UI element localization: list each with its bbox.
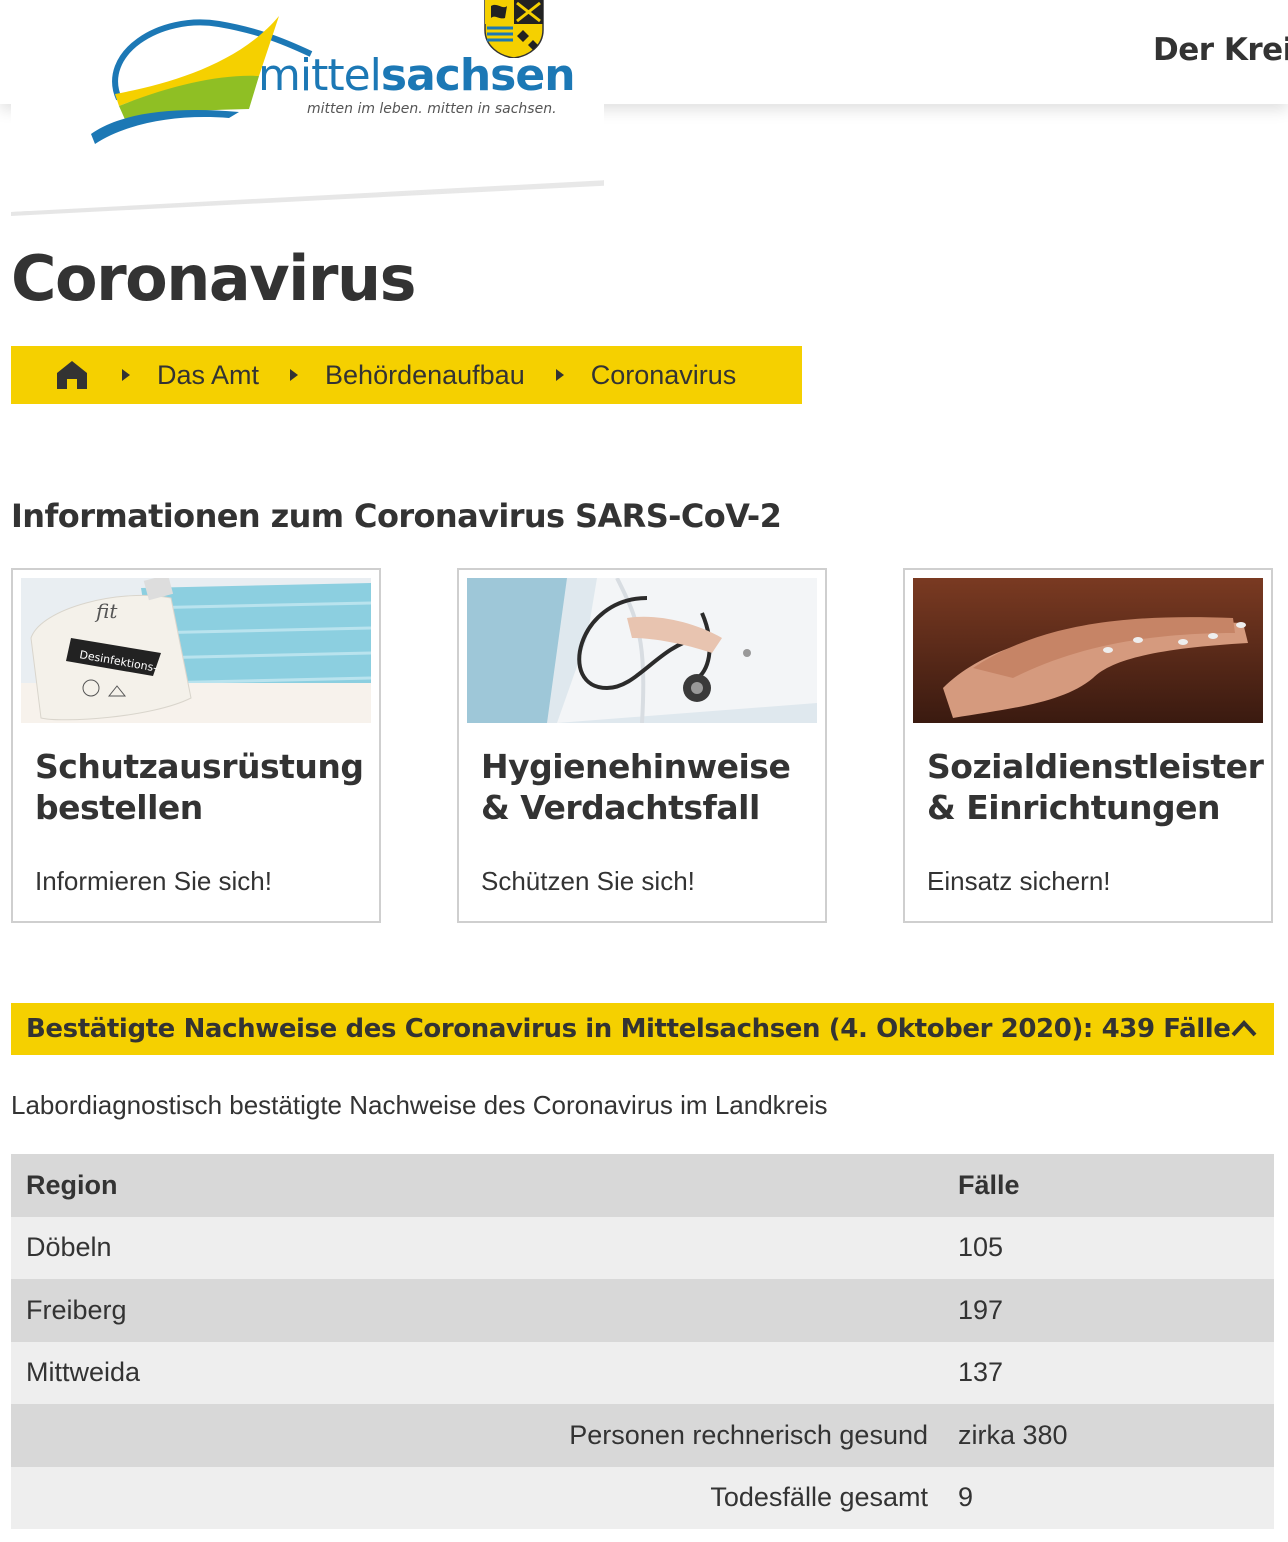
cell-region: Freiberg bbox=[26, 1294, 127, 1325]
cell-region: Mittweida bbox=[26, 1357, 141, 1388]
breadcrumb-item-das-amt[interactable]: Das Amt bbox=[157, 360, 259, 391]
page-title: Coronavirus bbox=[11, 242, 417, 315]
nav-link-der-kreis[interactable]: Der Kreis bbox=[1153, 32, 1288, 68]
summary-label: Personen rechnerisch gesund bbox=[569, 1419, 928, 1450]
column-header-faelle: Fälle bbox=[958, 1169, 1020, 1200]
card-image-hands bbox=[913, 578, 1263, 723]
logo-wordmark: mittelsachsen bbox=[258, 54, 576, 98]
summary-label: Todesfälle gesamt bbox=[710, 1482, 928, 1513]
intro-text: Labordiagnostisch bestätigte Nachweise d… bbox=[11, 1090, 828, 1120]
breadcrumb-item-coronavirus[interactable]: Coronavirus bbox=[591, 360, 737, 391]
cell-cases: 105 bbox=[958, 1232, 1004, 1263]
breadcrumb-separator-icon bbox=[555, 366, 565, 384]
summary-value: zirka 380 bbox=[958, 1419, 1068, 1450]
home-icon[interactable] bbox=[55, 358, 89, 392]
card-title: Hygienehinweise & Verdachtsfall bbox=[481, 747, 791, 827]
table-summary-row: Personen rechnerisch gesund zirka 380 bbox=[11, 1404, 1274, 1467]
coat-of-arms-icon bbox=[484, 0, 544, 58]
breadcrumb-separator-icon bbox=[121, 366, 131, 384]
card-image-stethoscope bbox=[467, 578, 817, 723]
card-sozialdienstleister[interactable]: Sozialdienstleister & Einrichtungen Eins… bbox=[903, 568, 1273, 923]
breadcrumb-item-behoerdenaufbau[interactable]: Behördenaufbau bbox=[325, 360, 525, 391]
svg-text:fit: fit bbox=[94, 599, 118, 623]
cell-cases: 197 bbox=[958, 1294, 1004, 1325]
table-summary-row: Todesfälle gesamt 9 bbox=[11, 1466, 1274, 1529]
card-subtitle: Schützen Sie sich! bbox=[481, 866, 695, 896]
logo-text-bold: sachsen bbox=[380, 50, 576, 101]
card-hygienehinweise[interactable]: Hygienehinweise & Verdachtsfall Schützen… bbox=[457, 568, 827, 923]
summary-value: 9 bbox=[958, 1482, 974, 1513]
card-title: Schutzausrüstung bestellen bbox=[35, 747, 364, 827]
section-title: Informationen zum Coronavirus SARS-CoV-2 bbox=[11, 497, 782, 535]
accordion-title: Bestätigte Nachweise des Coronavirus in … bbox=[26, 1014, 1231, 1044]
card-subtitle: Informieren Sie sich! bbox=[35, 866, 272, 896]
card-schutzausruestung[interactable]: Desinfektions- fit Schutzausrüstung best… bbox=[11, 568, 381, 923]
table-row: Mittweida 137 bbox=[11, 1341, 1274, 1404]
chevron-up-icon[interactable] bbox=[1230, 1017, 1258, 1039]
card-subtitle: Einsatz sichern! bbox=[927, 866, 1111, 896]
cell-cases: 137 bbox=[958, 1357, 1004, 1388]
cell-region: Döbeln bbox=[26, 1232, 112, 1263]
card-title: Sozialdienstleister & Einrichtungen bbox=[927, 747, 1264, 827]
site-logo[interactable]: mittelsachsen mitten im leben. mitten in… bbox=[11, 0, 604, 212]
card-image-disinfectant: Desinfektions- fit bbox=[21, 578, 371, 723]
cases-table: Region Fälle Döbeln 105 Freiberg 197 Mit… bbox=[11, 1154, 1274, 1529]
table-row: Freiberg 197 bbox=[11, 1279, 1274, 1342]
logo-tagline: mitten im leben. mitten in sachsen. bbox=[307, 101, 557, 117]
logo-text-light: mittel bbox=[258, 50, 382, 101]
breadcrumb: Das Amt Behördenaufbau Coronavirus bbox=[11, 346, 802, 404]
table-row: Döbeln 105 bbox=[11, 1216, 1274, 1279]
accordion-header-cases[interactable]: Bestätigte Nachweise des Coronavirus in … bbox=[11, 1003, 1274, 1055]
column-header-region: Region bbox=[26, 1169, 118, 1200]
table-header-row: Region Fälle bbox=[11, 1154, 1274, 1217]
breadcrumb-separator-icon bbox=[289, 366, 299, 384]
